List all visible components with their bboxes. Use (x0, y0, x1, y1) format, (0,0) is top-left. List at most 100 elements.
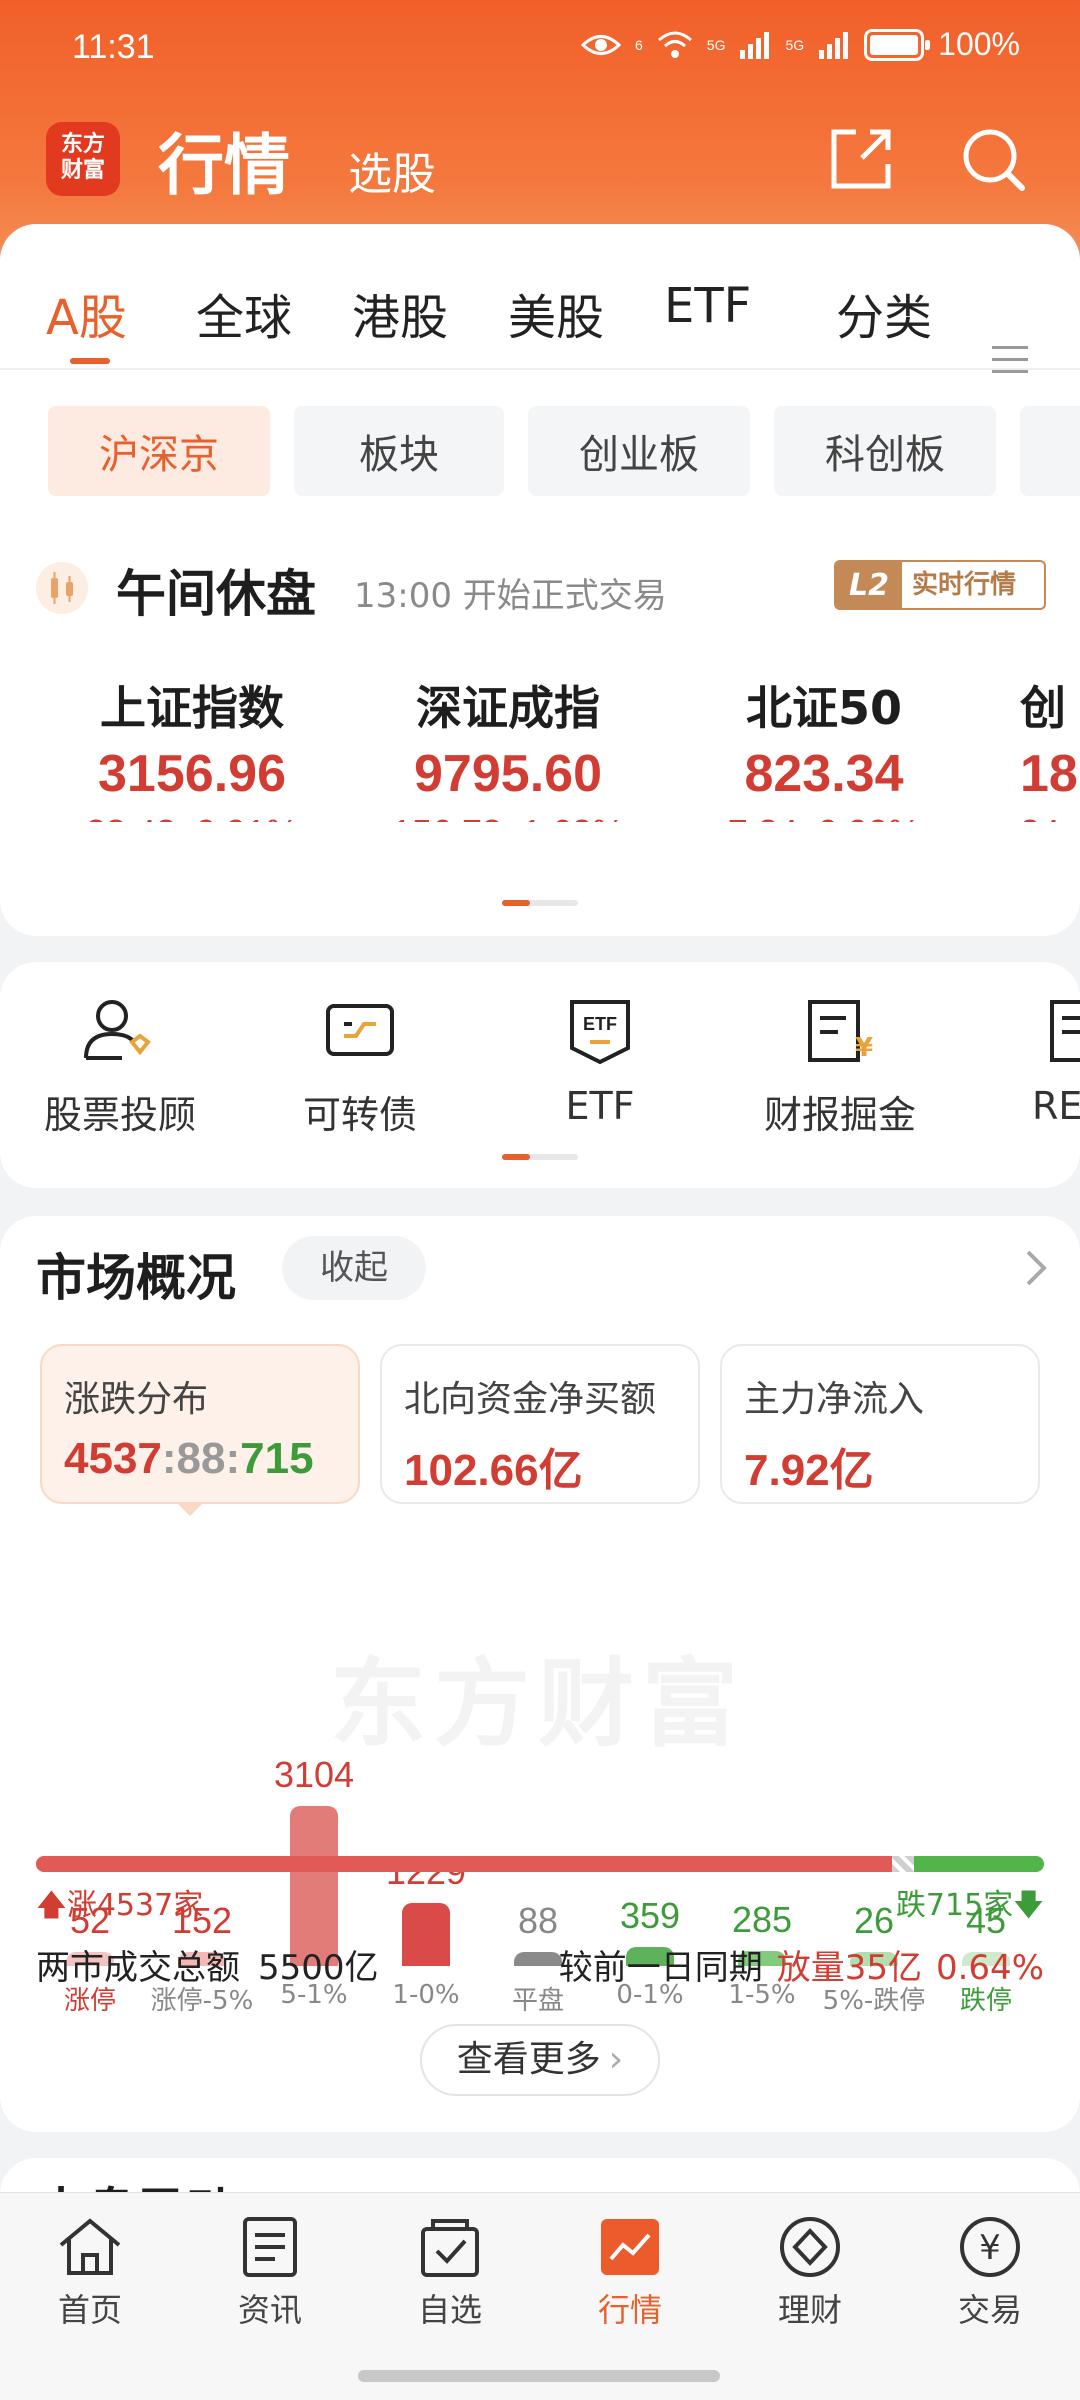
battery-icon (864, 28, 931, 61)
status-bar: 11:31 6 5G 5G 100% (0, 0, 1080, 100)
news-icon (243, 2217, 297, 2277)
rise-fall-ratio-bar (36, 1856, 1044, 1872)
eye-icon (580, 34, 621, 55)
report-icon (1050, 1000, 1080, 1062)
rise-count-label: 🡅涨4537家 (36, 1880, 203, 1934)
signal-icon (740, 31, 770, 59)
northbound-net-buy-card[interactable]: 北向资金净买额 102.66亿 (380, 1344, 700, 1504)
tool-label: ETF (565, 1084, 635, 1128)
tab-category[interactable]: 分类 (836, 278, 932, 348)
status-time: 11:31 (72, 28, 155, 66)
tab-hk[interactable]: 港股 (352, 278, 448, 348)
chip-shanghai-shenzhen-beijing[interactable]: 沪深京 (48, 406, 270, 496)
tool-partial[interactable]: RE (960, 996, 1080, 1128)
view-more-label: 查看更多 (456, 2039, 601, 2080)
fall-count-label: 跌715家🡇 (896, 1880, 1044, 1934)
svg-text:¥: ¥ (855, 1033, 873, 1063)
session-subtitle: 13:00 开始正式交易 (354, 576, 667, 616)
index-change-pct: 0.91% (196, 812, 298, 822)
index-change-abs: 34. (1020, 812, 1070, 822)
turnover-compare: 较前一日同期 放量35亿 0.64% (559, 1940, 1044, 1989)
tool-convertible-bond[interactable]: 可转债 (240, 996, 480, 1139)
bar-value-label: 3104 (273, 1754, 355, 1795)
page-title: 行情 (158, 127, 290, 204)
home-indicator[interactable] (358, 2370, 720, 2382)
tab-us[interactable]: 美股 (508, 278, 604, 348)
tool-earnings[interactable]: ¥ 财报掘金 (720, 996, 960, 1139)
app-logo[interactable]: 东方 财富 (46, 122, 120, 196)
index-bse50[interactable]: 北证50 823.34 7.34 0.90% (674, 672, 974, 822)
view-more-button[interactable]: 查看更多 › (420, 2024, 660, 2096)
index-change-abs: 28.48 (86, 812, 176, 822)
index-chinext-partial[interactable]: 创 18 34. (1020, 672, 1080, 822)
nav-label: 资讯 (237, 2291, 302, 2329)
signal-label-2: 5G (785, 36, 805, 53)
nav-trade[interactable]: ¥ 交易 (900, 2215, 1080, 2331)
svg-text:¥: ¥ (979, 2228, 1001, 2268)
nav-label: 行情 (597, 2291, 662, 2329)
tool-advisor[interactable]: 股票投顾 (0, 996, 240, 1139)
tab-etf[interactable]: ETF (664, 278, 751, 334)
rise-flat-fall-value: 4537:88:715 (64, 1434, 336, 1484)
index-change-pct: 0.90% (818, 812, 920, 822)
share-icon[interactable] (826, 124, 896, 194)
main-net-inflow-card[interactable]: 主力净流入 7.92亿 (720, 1344, 1040, 1504)
tab-global[interactable]: 全球 (196, 278, 292, 348)
arrow-down-icon: 🡇 (1013, 1888, 1044, 1923)
fall-count: 715 (240, 1434, 314, 1483)
tab-underline (70, 358, 110, 364)
index-name: 创 (1020, 681, 1066, 735)
collapse-button[interactable]: 收起 (282, 1236, 426, 1300)
rise-count-text: 涨4537家 (66, 1888, 204, 1923)
flat-count: 88 (176, 1434, 226, 1483)
home-icon (59, 2218, 121, 2275)
wifi-label: 6 (634, 36, 643, 53)
chip-star-market[interactable]: 科创板 (774, 406, 996, 496)
index-sse[interactable]: 上证指数 3156.96 28.48 0.91% (42, 672, 342, 822)
tab-a-shares[interactable]: A股 (46, 278, 127, 348)
bar-value-label: 359 (619, 1895, 681, 1936)
stat-value: 102.66亿 (404, 1446, 583, 1495)
stat-title: 主力净流入 (744, 1379, 925, 1420)
nav-quotes[interactable]: 行情 (540, 2215, 720, 2331)
nav-label: 理财 (777, 2291, 842, 2329)
nav-label: 自选 (417, 2291, 482, 2329)
sub-market-chips: 沪深京 板块 创业板 科创板 (0, 406, 1080, 496)
chevron-right-icon: › (608, 2039, 624, 2080)
stat-title: 涨跌分布 (64, 1379, 209, 1420)
nav-news[interactable]: 资讯 (180, 2215, 360, 2331)
tools-pager (502, 1154, 578, 1160)
index-change: 7.34 0.90% (674, 812, 974, 822)
index-szse[interactable]: 深证成指 9795.60 156.78 1.63% (358, 672, 658, 822)
bottom-navigation: 首页 资讯 自选 行情 理财 ¥ 交易 (0, 2192, 1080, 2400)
chip-partial[interactable] (1020, 406, 1080, 496)
index-name: 北证50 (745, 681, 902, 735)
market-tabs: A股 全球 港股 美股 ETF 分类 (0, 278, 1080, 373)
l2-realtime-badge[interactable]: L2 实时行情 (834, 560, 1046, 610)
status-icons: 6 5G 5G 100% (580, 26, 1020, 63)
nav-watchlist[interactable]: 自选 (360, 2215, 540, 2331)
tools-card: 股票投顾 可转债 ETF ETF ¥ 财报掘金 RE (0, 962, 1080, 1188)
ratio-up-segment (36, 1856, 892, 1872)
fall-count-text: 跌715家 (895, 1888, 1014, 1923)
chip-chinext[interactable]: 创业板 (528, 406, 750, 496)
wifi-icon (657, 31, 692, 58)
tool-etf[interactable]: ETF ETF (480, 996, 720, 1128)
arrow-up-icon: 🡅 (36, 1888, 67, 1923)
chip-sectors[interactable]: 板块 (294, 406, 504, 496)
stock-picker-link[interactable]: 选股 (348, 138, 436, 202)
svg-text:ETF: ETF (583, 1014, 617, 1034)
session-title: 午间休盘 (116, 565, 316, 623)
rise-fall-distribution-card[interactable]: 涨跌分布 4537:88:715 (40, 1344, 360, 1504)
turnover-label: 两市成交总额 (36, 1948, 240, 1988)
logo-text-2: 财富 (60, 158, 105, 183)
index-change-abs: 156.78 (392, 812, 502, 822)
bar-value-label: 285 (731, 1899, 793, 1940)
search-icon[interactable] (958, 124, 1028, 194)
tool-label: 股票投顾 (43, 1093, 196, 1137)
chevron-right-icon[interactable] (1020, 1246, 1050, 1290)
nav-wealth[interactable]: 理财 (720, 2215, 900, 2331)
nav-home[interactable]: 首页 (0, 2215, 180, 2331)
bar-value-label: 88 (517, 1900, 559, 1941)
yuan-coin-icon: ¥ (960, 2217, 1020, 2277)
